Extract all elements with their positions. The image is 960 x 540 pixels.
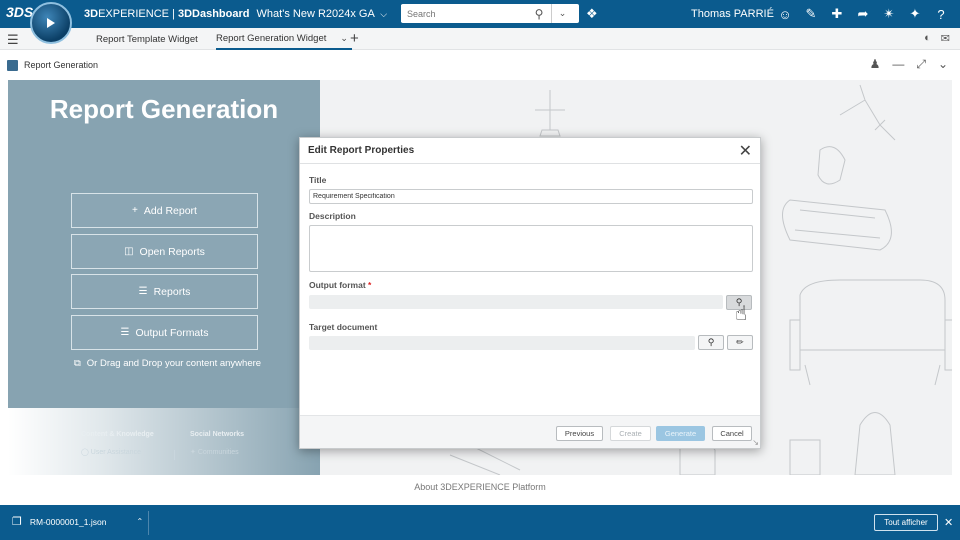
- user-icon[interactable]: ☺: [772, 4, 798, 24]
- output-format-label: Output format *: [309, 280, 372, 290]
- description-textarea[interactable]: [309, 225, 753, 272]
- dialog-footer: Previous Create Generate Cancel ↘: [300, 415, 760, 448]
- communities-link[interactable]: ✦ Communities: [190, 448, 244, 456]
- search-input[interactable]: [401, 5, 527, 22]
- menu-icon[interactable]: ☰: [7, 32, 19, 48]
- footer-fade: [8, 408, 320, 475]
- pointer-cursor-icon: ☝: [735, 303, 748, 325]
- previous-button[interactable]: Previous: [556, 426, 603, 441]
- chevron-down-icon[interactable]: ⌄: [340, 33, 348, 44]
- open-reports-button[interactable]: ◫ Open Reports: [71, 234, 258, 269]
- maximize-icon[interactable]: ⤢: [916, 57, 926, 72]
- search-scope-dropdown[interactable]: ⌄: [551, 4, 573, 23]
- folder-icon: ◫: [124, 246, 134, 257]
- search-icon[interactable]: ⚲: [527, 4, 551, 23]
- panel-title: Report Generation: [49, 94, 279, 124]
- resize-handle-icon[interactable]: ↘: [752, 438, 759, 447]
- minimize-icon[interactable]: —: [892, 57, 904, 72]
- toggle-view-icon[interactable]: ◐: [924, 32, 931, 45]
- chevron-down-icon[interactable]: ⌄: [938, 57, 948, 72]
- reports-button[interactable]: ☰ Reports: [71, 274, 258, 309]
- download-divider: [148, 511, 149, 535]
- eraser-icon: ✏: [736, 337, 744, 347]
- share-icon[interactable]: ➦: [850, 4, 876, 24]
- dialog-header: Edit Report Properties ✕: [300, 138, 760, 164]
- network-icon[interactable]: ✴: [876, 4, 902, 24]
- widget-title: Report Generation: [24, 60, 99, 70]
- help-icon[interactable]: ?: [928, 4, 954, 24]
- title-label: Title: [309, 175, 327, 185]
- close-icon[interactable]: ✕: [739, 141, 752, 161]
- footer-divider: [174, 450, 175, 460]
- title-input[interactable]: [309, 189, 753, 204]
- tab-bar: ☰ Report Template Widget Report Generati…: [0, 28, 960, 50]
- add-report-button[interactable]: + Add Report: [71, 193, 258, 228]
- widget-header: Report Generation ♟ — ⤢ ⌄: [0, 51, 960, 79]
- download-bar: ❐ RM-0000001_1.json ⌃ Tout afficher ✕: [0, 505, 960, 540]
- compass-icon[interactable]: [30, 2, 72, 44]
- add-icon[interactable]: ✚: [824, 4, 850, 24]
- platform-title[interactable]: 3DEXPERIENCE | 3DDashboard What's New R2…: [84, 8, 387, 20]
- chat-icon[interactable]: ✎: [798, 4, 824, 24]
- tools-icon[interactable]: ✦: [902, 4, 928, 24]
- drag-drop-icon: ⧉: [74, 358, 81, 369]
- list-icon: ☰: [120, 327, 130, 338]
- user-assistance-link[interactable]: ◯ User Assistance: [81, 448, 154, 456]
- target-document-label: Target document: [309, 322, 378, 332]
- play-icon: [47, 18, 55, 28]
- file-icon: ❐: [12, 516, 22, 528]
- tabbar-right-tools: ◐ ✉: [924, 32, 950, 45]
- required-marker: *: [368, 280, 372, 290]
- target-document-search-button[interactable]: ⚲: [698, 335, 724, 350]
- tab-report-generation-widget[interactable]: Report Generation Widget ⌄: [216, 28, 352, 50]
- user-name[interactable]: Thomas PARRIÉ: [691, 8, 774, 20]
- chevron-down-icon[interactable]: ⌵: [380, 9, 387, 19]
- list-icon: ☰: [138, 286, 148, 297]
- target-document-field[interactable]: [309, 336, 695, 350]
- close-icon[interactable]: ✕: [944, 516, 953, 529]
- create-button[interactable]: Create: [610, 426, 651, 441]
- widget-app-icon: [7, 60, 18, 71]
- chevron-up-icon[interactable]: ⌃: [136, 517, 143, 526]
- description-label: Description: [309, 211, 356, 221]
- search-icon: ⚲: [707, 337, 715, 347]
- download-filename: RM-0000001_1.json: [29, 516, 107, 527]
- cancel-button[interactable]: Cancel: [712, 426, 752, 441]
- plus-icon: +: [132, 205, 138, 216]
- dashboard-name: What's New R2024x GA: [256, 8, 375, 20]
- output-format-field[interactable]: [309, 295, 723, 309]
- generate-button[interactable]: Generate: [656, 426, 705, 441]
- top-toolbar: ☺ ✎ ✚ ➦ ✴ ✦ ?: [772, 4, 954, 24]
- tag-icon[interactable]: ❖: [586, 6, 598, 22]
- comment-icon[interactable]: ✉: [941, 32, 950, 45]
- search-box: ⚲ ⌄: [401, 4, 579, 23]
- top-bar: 3DS 3DEXPERIENCE | 3DDashboard What's Ne…: [0, 0, 960, 28]
- show-all-button[interactable]: Tout afficher: [874, 514, 938, 531]
- output-formats-button[interactable]: ☰ Output Formats: [71, 315, 258, 350]
- footer-social-networks: Social Networks ✦ Communities: [190, 431, 245, 456]
- add-tab-icon[interactable]: +: [350, 30, 359, 47]
- edit-report-properties-dialog: Edit Report Properties ✕ Title Descripti…: [299, 137, 761, 449]
- user-settings-icon[interactable]: ♟: [870, 57, 881, 72]
- widget-controls: ♟ — ⤢ ⌄: [870, 57, 948, 72]
- download-item[interactable]: ❐ RM-0000001_1.json ⌃: [12, 515, 143, 528]
- dialog-title: Edit Report Properties: [308, 145, 415, 156]
- tab-report-template-widget[interactable]: Report Template Widget: [96, 28, 198, 50]
- target-document-clear-button[interactable]: ✏: [727, 335, 753, 350]
- about-platform-link[interactable]: About 3DEXPERIENCE Platform: [0, 482, 960, 492]
- ds-logo: 3DS: [6, 4, 34, 20]
- drag-drop-hint: ⧉ Or Drag and Drop your content anywhere: [74, 358, 262, 369]
- footer-content-knowledge: Content & Knowledge ◯ User Assistance: [81, 431, 154, 456]
- left-panel: Report Generation + Add Report ◫ Open Re…: [8, 80, 320, 475]
